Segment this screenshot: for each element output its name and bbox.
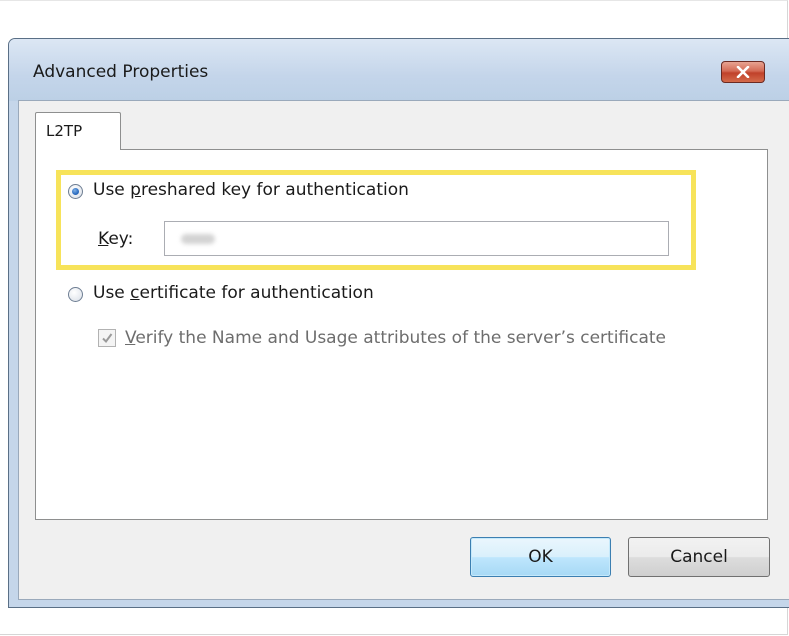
certificate-radio[interactable] [68, 287, 83, 302]
certificate-label-accel: c [130, 283, 140, 303]
verify-label-accel: V [125, 328, 136, 348]
tab-l2tp-label: L2TP [46, 122, 83, 140]
certificate-label[interactable]: Use certificate for authentication [93, 283, 374, 303]
highlight-frame [56, 170, 696, 270]
verify-label-rest: erify the Name and Usage attributes of t… [135, 328, 667, 348]
certificate-label-rest: ertificate for authentication [139, 283, 374, 303]
close-button[interactable] [721, 61, 765, 83]
tab-l2tp[interactable]: L2TP [35, 112, 121, 150]
cancel-button[interactable]: Cancel [628, 537, 770, 577]
close-icon [736, 66, 750, 78]
verify-server-certificate-label[interactable]: Verify the Name and Usage attributes of … [125, 328, 666, 348]
certificate-label-prefix: Use [93, 283, 131, 303]
ok-button[interactable]: OK [470, 537, 611, 577]
title-bar[interactable]: Advanced Properties [9, 39, 789, 101]
dialog-title: Advanced Properties [33, 62, 209, 82]
verify-server-certificate-checkbox[interactable] [98, 329, 116, 347]
checkmark-icon [102, 333, 113, 344]
